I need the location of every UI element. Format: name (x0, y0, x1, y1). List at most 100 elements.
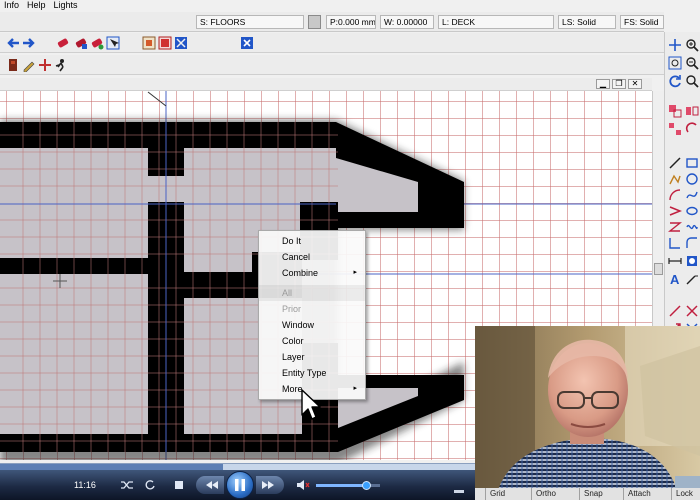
zoom-previous-icon[interactable] (685, 74, 699, 88)
attach-toggle[interactable]: Attach (623, 488, 671, 500)
hatch-icon[interactable] (174, 36, 188, 50)
run-icon[interactable] (54, 58, 68, 72)
ellipse-icon[interactable] (685, 204, 699, 218)
line-icon[interactable] (668, 156, 682, 170)
layer-field[interactable]: L: DECK (438, 15, 554, 29)
menu-lights[interactable]: Lights (50, 0, 82, 11)
fill-style-field[interactable]: FS: Solid (620, 15, 664, 29)
erase-window-icon[interactable] (74, 36, 88, 50)
zoom-out-icon[interactable] (685, 56, 699, 70)
select-icon[interactable] (106, 36, 120, 50)
floor-field[interactable]: S: FLOORS (196, 15, 304, 29)
seek-bar[interactable] (0, 463, 475, 470)
offset-icon[interactable] (668, 236, 682, 250)
forward-arrow-icon[interactable] (22, 36, 36, 50)
scrollbar-thumb[interactable] (654, 263, 663, 275)
restore-button[interactable]: ❐ (612, 79, 626, 89)
pencil-icon[interactable] (22, 58, 36, 72)
elapsed-time: 11:16 (74, 480, 96, 490)
drawing-window-titlebar: ▁ ❐ ✕ (0, 78, 652, 91)
tool-palette: A (664, 32, 700, 335)
text-icon[interactable]: A (668, 272, 682, 286)
volume-knob[interactable] (361, 481, 371, 490)
mouse-cursor-icon (301, 389, 321, 420)
volume-track[interactable] (316, 481, 380, 490)
menu-bar: Info Help Lights (0, 0, 700, 12)
menu-info[interactable]: Info (0, 0, 23, 11)
color-swatch[interactable] (308, 15, 321, 29)
shuffle-icon[interactable] (120, 479, 134, 491)
pause-button[interactable] (226, 471, 254, 499)
zigzag-icon[interactable] (668, 220, 682, 234)
room-fill (300, 148, 336, 188)
door-icon[interactable] (6, 58, 20, 72)
minimize-button[interactable]: ▁ (596, 79, 610, 89)
volume-level (316, 484, 366, 487)
dimension-icon[interactable] (668, 254, 682, 268)
erase-entity-icon[interactable] (90, 36, 104, 50)
grid-toggle[interactable]: Grid (485, 488, 531, 500)
properties-icon[interactable] (142, 36, 156, 50)
bottom-status-bar: Grid Ortho Snap Attach Lock (475, 488, 700, 500)
pan-icon[interactable] (668, 38, 682, 52)
mute-icon[interactable] (296, 479, 310, 491)
submenu-arrow-icon: ▸ (353, 385, 357, 392)
width-field[interactable]: W: 0.00000 (380, 15, 434, 29)
diagonal-line (147, 91, 167, 107)
line-style-field[interactable]: LS: Solid (558, 15, 616, 29)
repeat-icon[interactable] (144, 479, 156, 491)
pen-field[interactable]: P:0.000 mm (326, 15, 376, 29)
measure-icon[interactable] (668, 304, 682, 318)
array-icon[interactable] (668, 122, 682, 136)
trim-icon[interactable] (685, 304, 699, 318)
next-button[interactable] (256, 476, 284, 494)
menu-item-prior: Prior (282, 304, 302, 314)
menu-item-layer[interactable]: Layer (259, 349, 365, 365)
close-button[interactable]: ✕ (628, 79, 642, 89)
back-arrow-icon[interactable] (6, 36, 20, 50)
menu-item-entity-type[interactable]: Entity Type (259, 365, 365, 381)
menu-help[interactable]: Help (23, 0, 50, 11)
leader-icon[interactable] (685, 272, 699, 286)
previous-button[interactable] (196, 476, 224, 494)
copy-icon[interactable] (668, 104, 682, 118)
menu-item-do-it[interactable]: Do It (259, 233, 365, 249)
rectangle-icon[interactable] (685, 156, 699, 170)
status-row: S: FLOORS P:0.000 mm W: 0.00000 L: DECK … (0, 12, 664, 32)
snap-toggle[interactable]: Snap (579, 488, 623, 500)
lock-toggle[interactable]: Lock (671, 488, 700, 500)
context-menu: Do It Cancel Combine ▸ All Prior Window C… (258, 230, 366, 400)
curve-icon[interactable] (685, 188, 699, 202)
next-icon (262, 481, 274, 489)
fillet-icon[interactable] (685, 236, 699, 250)
rotate-icon[interactable] (685, 122, 699, 136)
arc-icon[interactable] (668, 188, 682, 202)
webcam-overlay (475, 326, 700, 500)
ortho-toggle[interactable]: Ortho (531, 488, 579, 500)
circle-icon[interactable] (685, 172, 699, 186)
spline-icon[interactable] (685, 220, 699, 234)
draw-toolbar (0, 55, 664, 75)
wall-icon[interactable] (668, 204, 682, 218)
mini-mode-icon[interactable] (454, 490, 464, 493)
svg-text:A: A (670, 272, 680, 286)
zoom-window-icon[interactable] (668, 56, 682, 70)
menu-item-color[interactable]: Color (259, 333, 365, 349)
fill-icon[interactable] (158, 36, 172, 50)
symbol-icon[interactable] (685, 254, 699, 268)
stop-icon[interactable] (174, 480, 184, 490)
mirror-icon[interactable] (685, 104, 699, 118)
webcam-video (475, 326, 700, 500)
menu-item-all: All (259, 285, 365, 301)
submenu-arrow-icon: ▸ (353, 269, 357, 276)
erase-icon[interactable] (56, 36, 70, 50)
menu-item-combine[interactable]: Combine ▸ (259, 265, 365, 281)
zoom-extents-icon[interactable] (240, 36, 254, 50)
zoom-in-icon[interactable] (685, 38, 699, 52)
menu-item-window[interactable]: Window (259, 317, 365, 333)
move-icon[interactable] (38, 58, 52, 72)
menu-item-cancel[interactable]: Cancel (259, 249, 365, 265)
polyline-icon[interactable] (668, 172, 682, 186)
main-toolbar (0, 33, 664, 53)
redraw-icon[interactable] (668, 74, 682, 88)
